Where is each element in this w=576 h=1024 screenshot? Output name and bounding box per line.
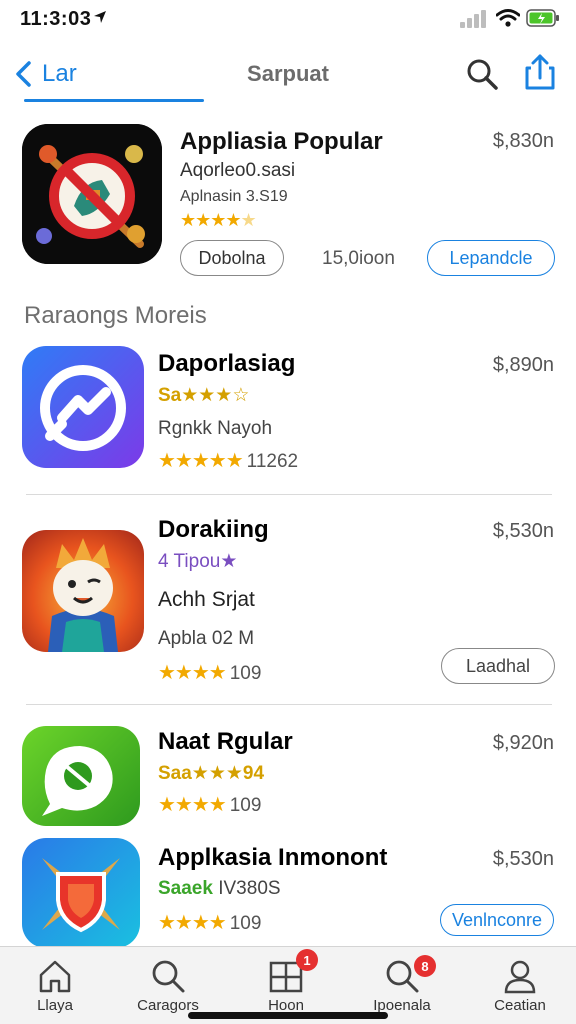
home-indicator[interactable] bbox=[188, 1012, 388, 1019]
tab-account[interactable]: Ceatian bbox=[470, 957, 570, 1021]
character-icon bbox=[48, 538, 118, 652]
featured-app-subtitle: Aqorleo0.sasi bbox=[180, 160, 296, 181]
app-icon bbox=[22, 726, 140, 826]
list-item[interactable]: Applkasia Inmonont $,530n Saaek IV380S ★… bbox=[0, 838, 576, 948]
app-rating: ★★★★ 109 bbox=[158, 910, 261, 935]
clock: 11:3:03 bbox=[20, 8, 92, 30]
tagline-code: IV380S bbox=[218, 878, 281, 899]
app-subtitle: Achh Srjat bbox=[158, 588, 255, 611]
rating-count: 109 bbox=[229, 913, 262, 934]
tagline-prefix: Saaek bbox=[158, 878, 213, 899]
app-tagline: Saa★★★94 bbox=[158, 763, 265, 784]
tab-label: Ceatian bbox=[494, 997, 546, 1014]
featured-app-card[interactable]: Appliasia Popular $,830n Aqorleo0.sasi A… bbox=[0, 118, 576, 288]
shield-icon bbox=[42, 858, 120, 933]
get-button[interactable]: Venlnconre bbox=[440, 904, 554, 936]
back-button[interactable]: Lar bbox=[14, 56, 77, 92]
expand-button[interactable]: Lepandcle bbox=[427, 240, 555, 276]
app-price: $,920n bbox=[492, 732, 554, 754]
rating-count: 109 bbox=[229, 663, 262, 684]
app-tagline: Saaek IV380S bbox=[158, 878, 281, 900]
rating-count: 11262 bbox=[246, 451, 299, 472]
featured-app-size: 15,0ioon bbox=[322, 248, 395, 269]
app-icon bbox=[22, 838, 140, 948]
app-name: Applkasia Inmonont bbox=[158, 844, 388, 871]
featured-app-price: $,830n bbox=[492, 130, 554, 152]
divider bbox=[26, 704, 552, 705]
location-arrow-icon bbox=[94, 11, 106, 23]
tab-home[interactable]: Llaya bbox=[5, 957, 105, 1021]
status-bar: 11:3:03 bbox=[0, 0, 576, 40]
share-icon[interactable] bbox=[522, 52, 558, 92]
list-item[interactable]: Naat Rgular $,920n Saa★★★94 ★★★★ 109 bbox=[0, 724, 576, 834]
messenger-icon bbox=[40, 365, 126, 451]
search-icon bbox=[152, 960, 185, 993]
app-rating: ★★★★ 109 bbox=[158, 660, 261, 685]
search-icon[interactable] bbox=[464, 56, 500, 92]
app-developer: Rgnkk Nayoh bbox=[158, 418, 273, 439]
notification-badge: 8 bbox=[414, 955, 436, 977]
home-icon bbox=[39, 960, 71, 993]
person-icon bbox=[504, 960, 536, 994]
rating-stars: ★★★★★ bbox=[158, 450, 244, 472]
app-price: $,530n bbox=[492, 520, 554, 542]
cellular-signal-icon bbox=[460, 10, 486, 28]
battery-icon bbox=[526, 9, 559, 27]
rating-stars: ★★★★ bbox=[158, 662, 227, 684]
featured-app-meta: Aplnasin 3.S19 bbox=[180, 188, 288, 205]
app-price: $,890n bbox=[492, 354, 554, 376]
rating-stars: ★★★★ bbox=[158, 912, 227, 934]
page-title: Sarpuat bbox=[247, 61, 329, 86]
rating-count: 109 bbox=[229, 795, 262, 816]
featured-rating-stars: ★★★★★ bbox=[180, 210, 257, 230]
tab-underline bbox=[24, 99, 204, 102]
tab-label: Llaya bbox=[37, 997, 73, 1014]
divider bbox=[26, 494, 552, 495]
section-title: Raraongs Moreis bbox=[24, 302, 207, 329]
app-name: Naat Rgular bbox=[158, 728, 293, 755]
chat-bubble-icon bbox=[42, 746, 113, 816]
navigation-bar: Lar Sarpuat bbox=[0, 44, 576, 104]
chevron-left-icon bbox=[16, 61, 31, 87]
app-rating: ★★★★★ 11262 bbox=[158, 448, 298, 473]
notification-badge: 1 bbox=[296, 949, 318, 971]
featured-app-icon bbox=[22, 124, 162, 264]
no-symbol-icon bbox=[22, 124, 162, 264]
download-button[interactable]: Dobolna bbox=[180, 240, 284, 276]
wifi-icon bbox=[496, 9, 520, 27]
app-name: Daporlasiag bbox=[158, 350, 296, 377]
list-item[interactable]: Daporlasiag $,890n Sa★★★☆ Rgnkk Nayoh ★★… bbox=[0, 346, 576, 486]
app-tagline: Sa★★★☆ bbox=[158, 385, 250, 406]
app-meta: Apbla 02 M bbox=[158, 628, 255, 649]
app-tagline: 4 Tipou★ bbox=[158, 551, 238, 572]
app-icon bbox=[22, 346, 144, 468]
list-item[interactable]: Dorakiing $,530n 4 Tipou★ Achh Srjat Apb… bbox=[0, 514, 576, 694]
featured-app-name: Appliasia Popular bbox=[180, 128, 383, 155]
rating-stars: ★★★★ bbox=[158, 794, 227, 816]
app-name: Dorakiing bbox=[158, 516, 269, 543]
app-rating: ★★★★ 109 bbox=[158, 792, 261, 817]
app-price: $,530n bbox=[492, 848, 554, 870]
get-button[interactable]: Laadhal bbox=[441, 648, 555, 684]
app-icon bbox=[22, 530, 144, 652]
back-label: Lar bbox=[42, 60, 77, 87]
